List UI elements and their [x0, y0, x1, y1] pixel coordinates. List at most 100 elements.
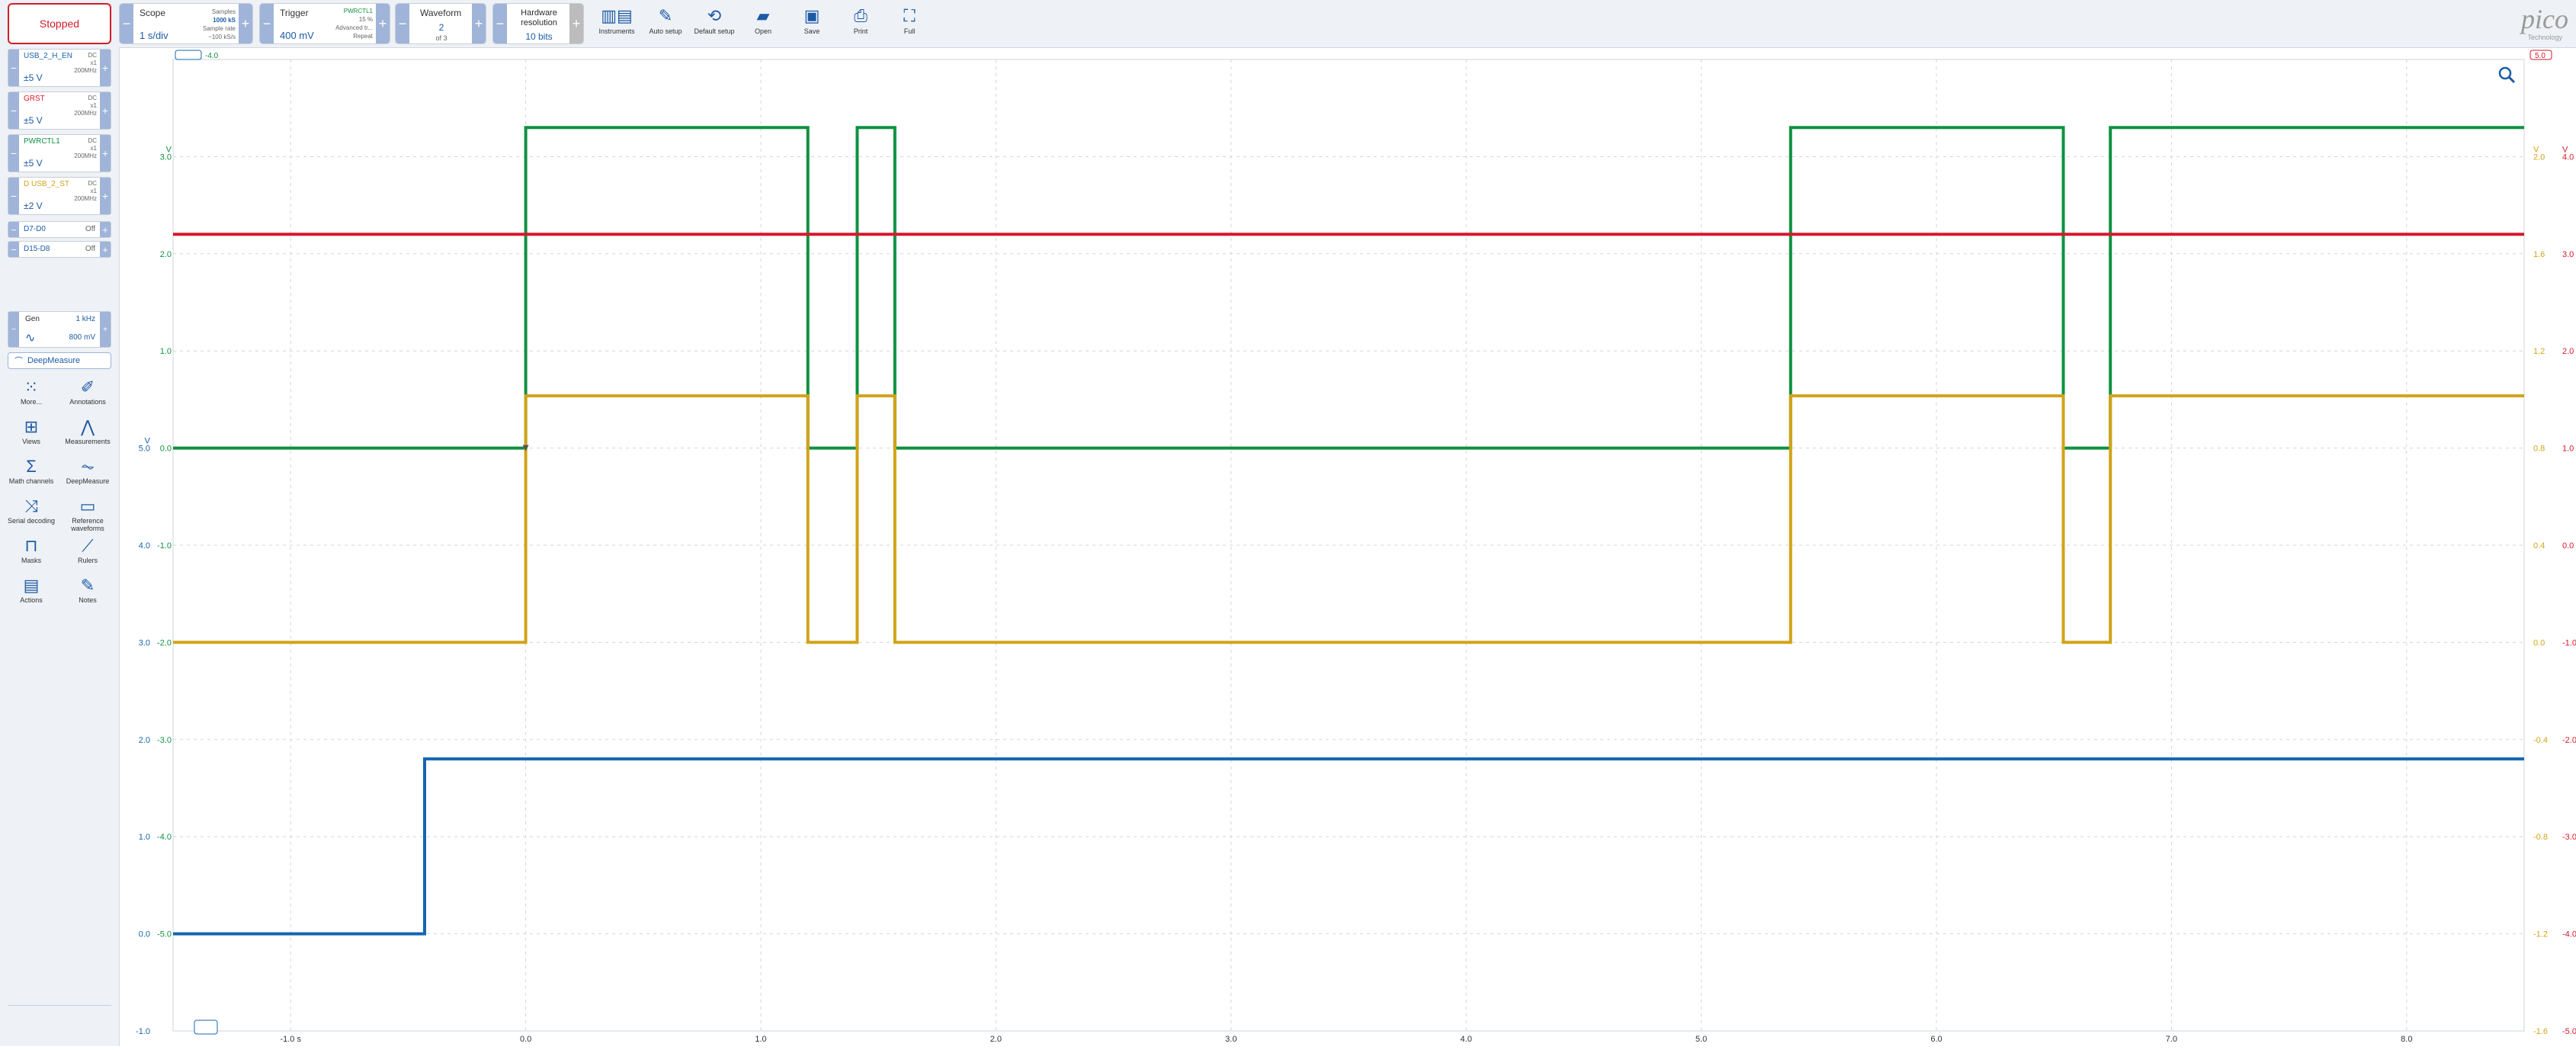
- waveform-next-button[interactable]: +: [472, 4, 486, 43]
- digital-d7-d0-minus[interactable]: −: [8, 222, 19, 237]
- y-tick-label: 0.0: [2533, 638, 2545, 647]
- reference-waveforms-button[interactable]: ▭ Reference waveforms: [61, 496, 114, 532]
- pico-logo-sub: Technology: [2527, 34, 2562, 41]
- digital-d7-d0-plus[interactable]: +: [100, 222, 111, 237]
- y-tick-label: 0.0: [139, 930, 150, 939]
- resolution-control[interactable]: − Hardware resolution 10 bits +: [492, 3, 584, 44]
- open-button[interactable]: ▰ Open: [741, 5, 785, 35]
- x-tick-label: 0.0: [520, 1035, 531, 1044]
- masks-button[interactable]: ⊓ Masks: [5, 535, 58, 564]
- generator-plus[interactable]: +: [100, 312, 111, 347]
- digital-d7-d0-name: D7-D0: [24, 225, 46, 233]
- x-tick-label: 6.0: [1930, 1035, 1942, 1044]
- channel-c-name: PWRCTL1: [24, 137, 60, 146]
- x-tick-label: -1.0 s: [280, 1035, 301, 1044]
- channel-c-control[interactable]: − PWRCTL1 DC x1 200MHz ±5 V +: [8, 134, 111, 172]
- reference-waveforms-icon: ▭: [79, 496, 96, 515]
- waveform-plot[interactable]: -1.0 s 0.0 1.0 2.0 3.0 4.0 5.0 6.0 7.0 8.0 3.0 2.0 1…: [119, 47, 2576, 1046]
- trigger-decrease-button[interactable]: −: [260, 4, 274, 43]
- trigger-control[interactable]: − Trigger 400 mV PWRCTL1 15 % Advanced t…: [259, 3, 390, 44]
- scope-label: Scope: [140, 8, 166, 18]
- deepmeasure-tool-button[interactable]: ⏦ DeepMeasure: [61, 456, 114, 485]
- pico-logo: pico: [2521, 4, 2568, 34]
- generator-amplitude: 800 mV: [69, 333, 95, 342]
- fullscreen-button[interactable]: ⛶ Full: [887, 5, 932, 35]
- scope-view[interactable]: -1.0 s 0.0 1.0 2.0 3.0 4.0 5.0 6.0 7.0 8.0 3.0 2.0 1…: [119, 47, 2576, 1046]
- deepmeasure-icon: ⏦: [81, 457, 95, 476]
- channel-c-coupling: DC x1 200MHz: [74, 137, 97, 159]
- channel-b-coupling: DC x1 200MHz: [74, 95, 97, 117]
- signal-generator-control[interactable]: − Gen 1 kHz ∿ 800 mV +: [8, 311, 111, 348]
- zoom-icon: [2498, 66, 2516, 84]
- more-button[interactable]: ⁙ More...: [5, 377, 58, 406]
- rulers-button[interactable]: ⟋ Rulers: [61, 535, 114, 564]
- channel-c-range-down[interactable]: −: [8, 135, 19, 172]
- y-axis-unit: V: [2562, 145, 2568, 154]
- digital-d15-d8-minus[interactable]: −: [8, 242, 19, 257]
- y-tick-label: 2.0: [139, 736, 150, 745]
- channel-c-range-up[interactable]: +: [100, 135, 111, 172]
- digital-d15-d8-plus[interactable]: +: [100, 242, 111, 257]
- plot-traces: [173, 126, 2524, 936]
- channel-d-control[interactable]: − D USB_2_ST DC x1 200MHz ±2 V +: [8, 177, 111, 215]
- resolution-label: Hardware resolution: [521, 8, 557, 27]
- run-stop-button[interactable]: Stopped: [8, 3, 111, 44]
- zoom-icon-lens: [2498, 66, 2512, 80]
- channel-b-range-down[interactable]: −: [8, 92, 19, 129]
- timebase-increase-button[interactable]: +: [239, 4, 252, 43]
- sine-wave-icon: ∿: [25, 332, 36, 345]
- x-tick-label: 8.0: [2401, 1035, 2412, 1044]
- auto-setup-button[interactable]: ✎ Auto setup: [643, 5, 688, 35]
- y-tick-label: 2.0: [160, 250, 172, 259]
- channel-d-range-down[interactable]: −: [8, 178, 19, 214]
- measurements-button[interactable]: ⋀ Measurements: [61, 416, 114, 445]
- y-tick-label: -4.0: [2562, 930, 2576, 939]
- digital-d15-d8-control[interactable]: − D15-D8 Off +: [8, 241, 111, 258]
- channel-d-range-up[interactable]: +: [100, 178, 111, 214]
- annotations-button[interactable]: ✐ Annotations: [61, 377, 114, 406]
- views-button[interactable]: ⊞ Views: [5, 416, 58, 445]
- digital-d15-d8-state: Off: [85, 245, 95, 253]
- y-tick-label: 1.0: [160, 347, 172, 356]
- fullscreen-icon: ⛶: [903, 6, 916, 25]
- print-icon: ⎙: [854, 6, 868, 25]
- y-axis-unit: V: [2533, 145, 2539, 154]
- waveform-control[interactable]: − Waveform 2 of 3 +: [395, 3, 486, 44]
- y-tick-label: -3.0: [2562, 833, 2576, 842]
- y-tick-label: -1.6: [2533, 1027, 2548, 1036]
- instruments-button[interactable]: ▥▤ Instruments: [595, 5, 639, 35]
- y-tick-label: 1.6: [2533, 250, 2545, 259]
- save-button[interactable]: ▣ Save: [790, 5, 834, 35]
- generator-minus[interactable]: −: [8, 312, 19, 347]
- resolution-decrease-button[interactable]: −: [493, 4, 507, 43]
- top-toolbar: Stopped − Scope 1 s/div Samples 1000 kS …: [0, 0, 2576, 48]
- channel-a-control[interactable]: − USB_2_H_EN DC x1 200MHz ±5 V +: [8, 49, 111, 87]
- views-icon: ⊞: [24, 417, 39, 436]
- generator-label: Gen: [25, 315, 40, 323]
- auto-setup-icon: ✎: [658, 6, 673, 25]
- default-setup-button[interactable]: ⟲ Default setup: [692, 5, 736, 35]
- trigger-increase-button[interactable]: +: [376, 4, 390, 43]
- actions-icon: ▤: [23, 576, 40, 595]
- y-tick-label: 2.0: [2562, 347, 2574, 356]
- print-button[interactable]: ⎙ Print: [839, 5, 883, 35]
- math-channels-button[interactable]: Σ Math channels: [5, 456, 58, 485]
- serial-decoding-button[interactable]: ⤨ Serial decoding: [5, 496, 58, 525]
- channel-b-control[interactable]: − GRST DC x1 200MHz ±5 V +: [8, 92, 111, 130]
- digital-d7-d0-control[interactable]: − D7-D0 Off +: [8, 221, 111, 238]
- resolution-increase-button[interactable]: +: [569, 4, 583, 43]
- timebase-decrease-button[interactable]: −: [120, 4, 133, 43]
- channel-b-range-up[interactable]: +: [100, 92, 111, 129]
- zoom-icon-handle: [2507, 75, 2516, 84]
- channel-d-coupling: DC x1 200MHz: [74, 180, 97, 202]
- channel-a-range-up[interactable]: +: [100, 50, 111, 86]
- y-tick-label: 1.2: [2533, 347, 2545, 356]
- channel-a-coupling: DC x1 200MHz: [74, 52, 97, 74]
- deepmeasure-button[interactable]: ⌒ DeepMeasure: [8, 352, 111, 369]
- generator-frequency: 1 kHz: [75, 315, 95, 323]
- scope-timebase-control[interactable]: − Scope 1 s/div Samples 1000 kS Sample r…: [119, 3, 253, 44]
- notes-button[interactable]: ✎ Notes: [61, 575, 114, 604]
- channel-a-range-down[interactable]: −: [8, 50, 19, 86]
- actions-button[interactable]: ▤ Actions: [5, 575, 58, 604]
- open-folder-icon: ▰: [756, 6, 770, 25]
